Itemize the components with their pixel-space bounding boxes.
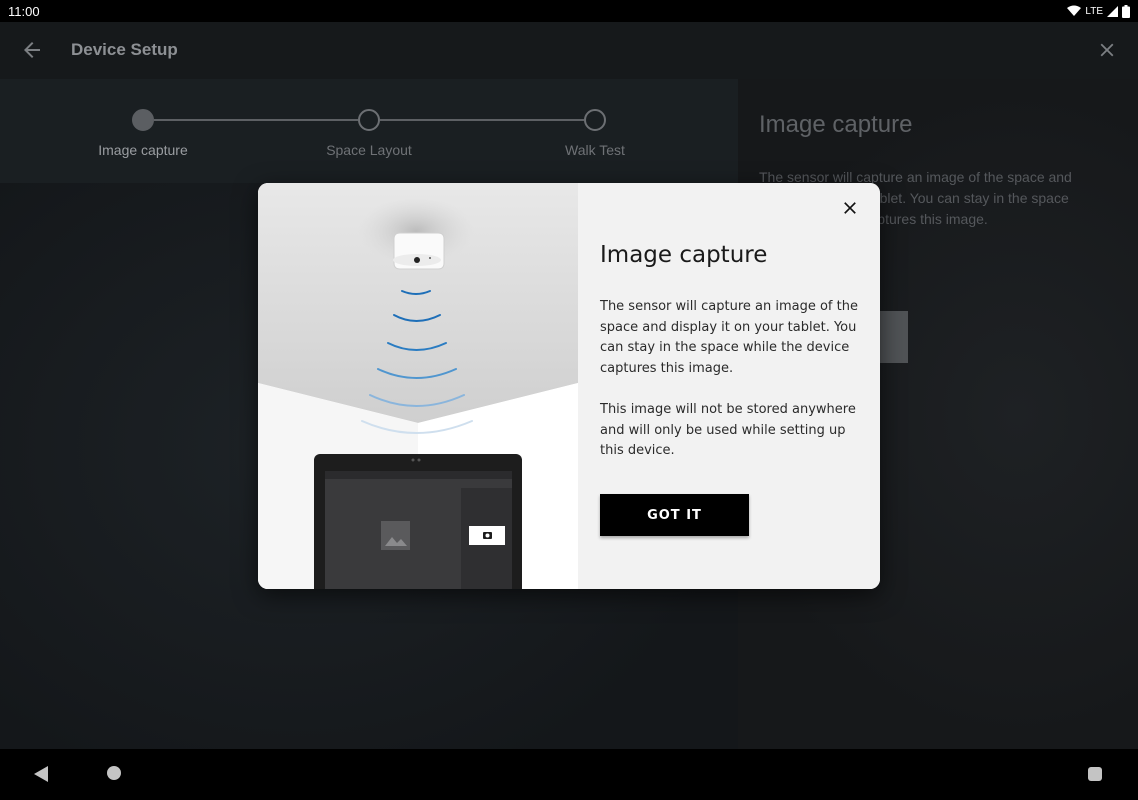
app-bar: Device Setup [0, 22, 1138, 79]
network-label: LTE [1085, 5, 1103, 17]
side-panel-button[interactable] [878, 311, 908, 363]
battery-icon [1122, 4, 1130, 18]
status-bar: 11:00 LTE [0, 0, 1138, 22]
dialog-content: Image capture The sensor will capture an… [578, 183, 880, 589]
step-dot-image-capture[interactable] [132, 109, 154, 131]
status-icons: LTE [1067, 4, 1130, 18]
dialog-privacy-note: This image will not be stored anywhere a… [600, 402, 856, 458]
back-arrow-icon[interactable] [20, 38, 44, 62]
step-label-space-layout: Space Layout [326, 142, 412, 158]
step-label-walk-test: Walk Test [565, 142, 625, 158]
sensor-illustration [258, 183, 578, 589]
nav-home-icon[interactable] [107, 766, 121, 780]
step-dot-walk-test[interactable] [584, 109, 606, 131]
sensor-device-icon [393, 232, 445, 270]
dialog-title: Image capture [600, 242, 768, 268]
got-it-button[interactable]: GOT IT [600, 494, 749, 536]
setup-stepper: Image capture Space Layout Walk Test [0, 79, 738, 183]
signal-icon [1107, 5, 1118, 17]
side-panel-title: Image capture [759, 111, 913, 138]
page-title: Device Setup [71, 40, 178, 59]
step-label-image-capture: Image capture [98, 142, 188, 158]
step-dot-space-layout[interactable] [358, 109, 380, 131]
dialog-description: The sensor will capture an image of the … [600, 299, 858, 376]
tablet-icon [314, 454, 522, 589]
step-connector [154, 119, 358, 121]
wifi-icon [1067, 5, 1082, 16]
system-nav-bar [0, 749, 1138, 800]
dialog-close-icon[interactable] [840, 198, 860, 218]
image-capture-dialog: Image capture The sensor will capture an… [258, 183, 880, 589]
illustration-svg [258, 183, 578, 589]
nav-back-icon[interactable] [34, 766, 48, 782]
status-time: 11:00 [8, 3, 40, 19]
nav-recents-icon[interactable] [1088, 767, 1102, 781]
step-connector [380, 119, 584, 121]
close-icon[interactable] [1096, 39, 1118, 61]
